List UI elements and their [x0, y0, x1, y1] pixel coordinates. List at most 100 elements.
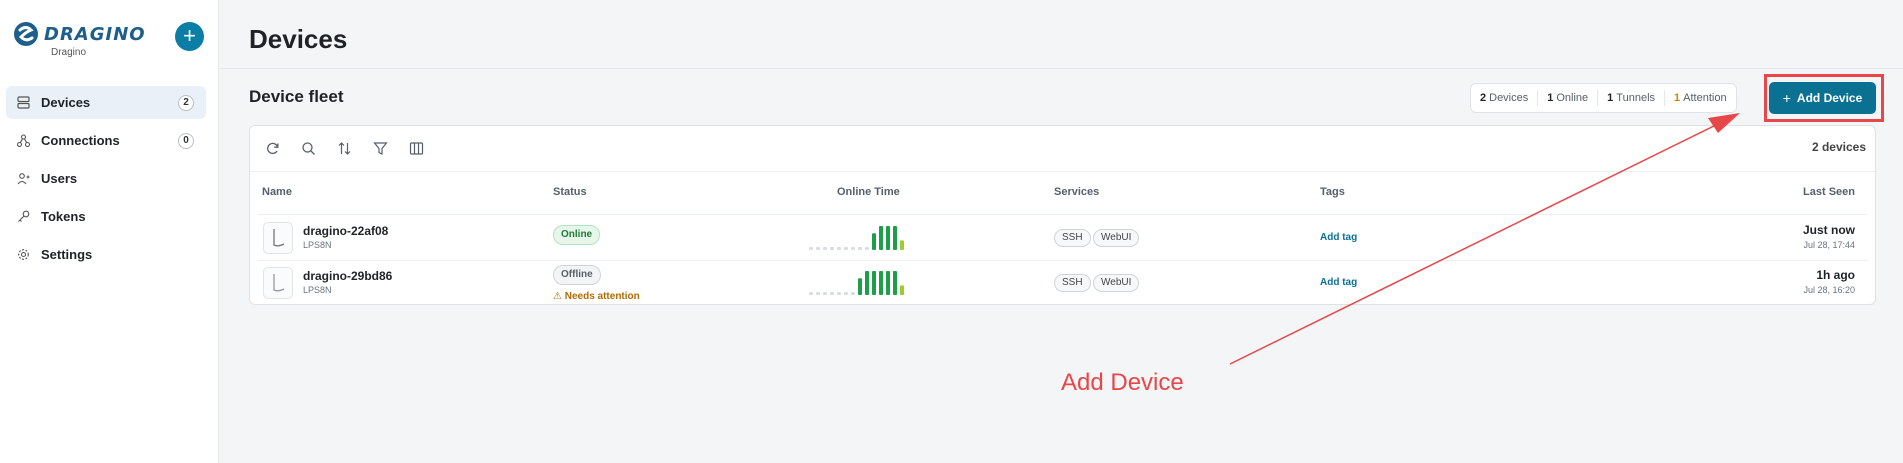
table-toolbar — [262, 138, 426, 158]
uptime-bar — [816, 292, 820, 295]
gear-icon — [16, 248, 30, 262]
sidebar-item-label: Users — [41, 171, 78, 186]
sidebar-nav: Devices 2 Connections 0 Users Tokens Set… — [6, 86, 206, 276]
uptime-bar — [900, 240, 904, 250]
column-header-last-seen[interactable]: Last Seen — [1803, 186, 1855, 198]
network-icon — [16, 134, 30, 148]
org-name: Dragino — [51, 47, 87, 58]
service-webui-badge[interactable]: WebUI — [1093, 229, 1140, 247]
filter-icon[interactable] — [370, 138, 390, 158]
sidebar-item-tokens[interactable]: Tokens — [6, 200, 206, 233]
uptime-bar — [844, 247, 848, 250]
device-icon — [263, 222, 293, 254]
status-badge: Online — [553, 225, 601, 245]
annotation-label: Add Device — [1061, 369, 1184, 396]
uptime-bar — [837, 247, 841, 250]
sidebar-item-devices[interactable]: Devices 2 — [6, 86, 206, 119]
uptime-bar — [858, 278, 862, 295]
table-row[interactable]: dragino-22af08 LPS8N Online SSH WebUI Ad… — [250, 216, 1875, 260]
columns-icon[interactable] — [406, 138, 426, 158]
uptime-bar — [851, 292, 855, 295]
device-model: LPS8N — [303, 285, 332, 295]
device-name[interactable]: dragino-29bd86 — [303, 269, 392, 283]
uptime-bar — [830, 292, 834, 295]
column-header-online-time[interactable]: Online Time — [837, 186, 900, 198]
sidebar-item-label: Settings — [41, 247, 93, 262]
uptime-bar — [865, 247, 869, 250]
sidebar-item-users[interactable]: Users — [6, 162, 206, 195]
last-seen: 1h ago — [1816, 268, 1855, 282]
sidebar-item-connections[interactable]: Connections 0 — [6, 124, 206, 157]
uptime-bar — [879, 226, 883, 250]
devices-table: 2 devices Name Status Online Time Servic… — [249, 125, 1876, 305]
annotation-highlight-box — [1764, 74, 1884, 122]
last-seen-date: Jul 28, 17:44 — [1803, 240, 1855, 250]
table-row[interactable]: dragino-29bd86 LPS8N Offline ⚠ Needs att… — [250, 261, 1875, 305]
uptime-bar — [816, 247, 820, 250]
uptime-bar — [823, 292, 827, 295]
sidebar-item-label: Devices — [41, 95, 91, 110]
service-ssh-badge[interactable]: SSH — [1054, 229, 1091, 247]
dragino-logo-icon — [14, 22, 38, 46]
devices-count-badge: 2 — [178, 95, 194, 111]
connections-count-badge: 0 — [178, 133, 194, 149]
logo-text: DRAGINO — [44, 23, 146, 45]
sort-icon[interactable] — [334, 138, 354, 158]
sidebar-item-label: Tokens — [41, 209, 86, 224]
uptime-bar — [837, 292, 841, 295]
add-tag-link[interactable]: Add tag — [1320, 277, 1357, 288]
uptime-bar — [893, 271, 897, 295]
server-icon — [16, 96, 30, 110]
uptime-bar — [830, 247, 834, 250]
service-ssh-badge[interactable]: SSH — [1054, 274, 1091, 292]
uptime-bar — [879, 271, 883, 295]
warning-icon: ⚠ — [553, 291, 562, 302]
uptime-bar — [844, 292, 848, 295]
device-model: LPS8N — [303, 240, 332, 250]
uptime-bar — [900, 285, 904, 295]
last-seen: Just now — [1802, 223, 1855, 237]
uptime-bar — [823, 247, 827, 250]
uptime-bars — [809, 271, 904, 295]
attention-warning: ⚠ Needs attention — [553, 291, 640, 302]
column-header-status[interactable]: Status — [553, 186, 587, 198]
search-icon[interactable] — [298, 138, 318, 158]
key-icon — [16, 210, 30, 224]
device-icon — [263, 267, 293, 299]
uptime-bars — [809, 226, 904, 250]
sidebar-item-settings[interactable]: Settings — [6, 238, 206, 271]
divider — [250, 171, 1875, 172]
users-icon — [16, 172, 30, 186]
stat-devices: 2 Devices — [1471, 90, 1539, 106]
uptime-bar — [893, 226, 897, 250]
stat-online: 1 Online — [1538, 90, 1599, 106]
uptime-bar — [809, 292, 813, 295]
uptime-bar — [886, 271, 890, 295]
column-header-services[interactable]: Services — [1054, 186, 1099, 198]
add-tag-link[interactable]: Add tag — [1320, 232, 1357, 243]
column-header-name[interactable]: Name — [262, 186, 292, 198]
add-button[interactable]: + — [175, 22, 204, 51]
page-title: Devices — [249, 24, 348, 54]
stat-tunnels: 1 Tunnels — [1598, 90, 1666, 106]
uptime-bar — [809, 247, 813, 250]
uptime-bar — [858, 247, 862, 250]
divider — [220, 68, 1903, 69]
uptime-bar — [872, 271, 876, 295]
device-name[interactable]: dragino-22af08 — [303, 224, 388, 238]
logo[interactable]: DRAGINO — [12, 20, 146, 48]
column-header-tags[interactable]: Tags — [1320, 186, 1345, 198]
uptime-bar — [851, 247, 855, 250]
fleet-stats: 2 Devices 1 Online 1 Tunnels 1 Attention — [1470, 83, 1737, 113]
service-webui-badge[interactable]: WebUI — [1093, 274, 1140, 292]
device-count-label: 2 devices — [1811, 140, 1866, 154]
uptime-bar — [886, 226, 890, 250]
uptime-bar — [865, 271, 869, 295]
divider — [258, 214, 1867, 215]
stat-attention: 1 Attention — [1674, 92, 1727, 104]
status-badge: Offline — [553, 265, 601, 285]
sidebar-item-label: Connections — [41, 133, 120, 148]
refresh-icon[interactable] — [262, 138, 282, 158]
uptime-bar — [872, 233, 876, 250]
last-seen-date: Jul 28, 16:20 — [1803, 285, 1855, 295]
